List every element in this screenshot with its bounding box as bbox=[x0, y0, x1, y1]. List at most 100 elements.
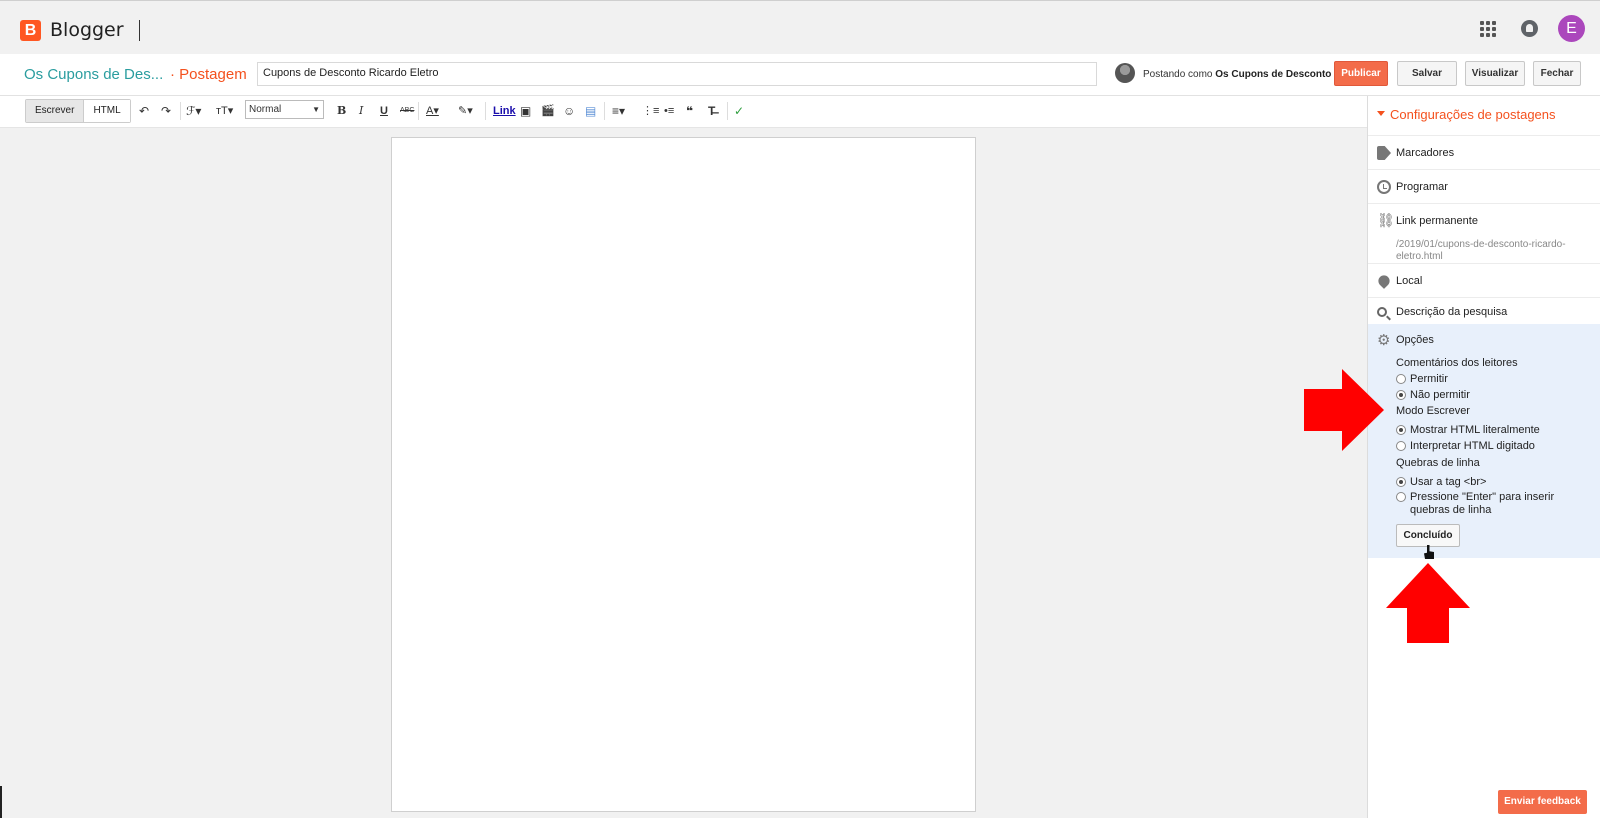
caret-down-icon bbox=[1377, 111, 1385, 116]
sidebar-item-labels[interactable]: Marcadores bbox=[1368, 136, 1600, 170]
disallow-label: Não permitir bbox=[1410, 389, 1470, 401]
options-title: Opções bbox=[1396, 334, 1434, 346]
compose-mode-heading: Modo Escrever bbox=[1396, 405, 1470, 417]
sidebar-item-location[interactable]: Local bbox=[1368, 264, 1600, 298]
posting-as-text: Postando como Os Cupons de Desconto bbox=[1143, 69, 1331, 80]
permalink-value: /2019/01/cupons-de-desconto-ricardo-elet… bbox=[1396, 239, 1566, 262]
publish-button[interactable]: Publicar bbox=[1334, 61, 1388, 86]
press-enter-label: Pressione "Enter" para inserir quebras d… bbox=[1410, 491, 1555, 516]
chevron-down-icon: ▼ bbox=[312, 105, 320, 114]
allow-label: Permitir bbox=[1410, 373, 1448, 385]
search-icon bbox=[1377, 307, 1387, 317]
radio-allow-comments[interactable]: Permitir bbox=[1396, 373, 1596, 385]
clear-formatting-icon[interactable]: T̶ bbox=[708, 103, 715, 119]
sidebar-item-permalink[interactable]: ⛓ Link permanente /2019/01/cupons-de-des… bbox=[1368, 204, 1600, 264]
toolbar-separator bbox=[727, 102, 728, 120]
sidebar-item-search-description[interactable]: Descrição da pesquisa bbox=[1368, 298, 1600, 324]
radio-use-br[interactable]: Usar a tag <br> bbox=[1396, 476, 1596, 488]
blogger-logo-icon: B bbox=[20, 19, 41, 41]
numbered-list-icon[interactable]: ⋮≡ bbox=[642, 103, 659, 119]
posting-as-label: Postando como bbox=[1143, 69, 1213, 80]
toolbar-separator bbox=[180, 102, 181, 120]
underline-icon[interactable]: U bbox=[380, 103, 388, 119]
arrow-shape bbox=[1304, 369, 1384, 451]
post-settings-sidebar: Configurações de postagens Marcadores Pr… bbox=[1367, 96, 1600, 818]
spellcheck-icon[interactable]: ✓ bbox=[734, 103, 744, 119]
format-select[interactable]: Normal ▼ bbox=[245, 100, 324, 119]
insert-link-button[interactable]: Link bbox=[493, 103, 516, 119]
bold-icon[interactable]: B bbox=[337, 103, 346, 119]
strikethrough-icon[interactable]: ABC bbox=[400, 103, 414, 119]
account-avatar[interactable]: E bbox=[1558, 15, 1585, 42]
radio-button-checked[interactable] bbox=[1396, 477, 1406, 487]
show-html-label: Mostrar HTML literalmente bbox=[1410, 424, 1540, 436]
permalink-label: Link permanente bbox=[1396, 215, 1478, 227]
undo-icon[interactable]: ↶ bbox=[139, 103, 149, 119]
align-icon[interactable]: ≡▾ bbox=[612, 103, 625, 119]
notifications-bell-icon[interactable] bbox=[1521, 20, 1538, 37]
poster-avatar bbox=[1115, 63, 1135, 83]
window-edge bbox=[0, 786, 2, 818]
insert-emoji-icon[interactable]: ☺ bbox=[563, 103, 575, 119]
divider bbox=[139, 20, 140, 41]
close-button[interactable]: Fechar bbox=[1533, 61, 1581, 86]
editor-toolbar: Escrever HTML ↶ ↷ ℱ▾ тT▾ Normal ▼ B I U … bbox=[0, 96, 1367, 128]
toolbar-separator bbox=[485, 102, 486, 120]
format-select-value: Normal bbox=[249, 104, 282, 115]
radio-press-enter[interactable]: Pressione "Enter" para inserir quebras d… bbox=[1396, 491, 1596, 517]
tag-icon bbox=[1377, 146, 1391, 160]
save-button[interactable]: Salvar bbox=[1397, 61, 1457, 86]
insert-jump-break-icon[interactable]: ▤ bbox=[585, 103, 596, 119]
breadcrumb-postagem: · Postagem bbox=[170, 66, 247, 83]
post-body-editor[interactable] bbox=[391, 137, 976, 812]
labels-label: Marcadores bbox=[1396, 147, 1455, 159]
bullet-list-icon[interactable]: •≡ bbox=[664, 103, 674, 119]
redo-icon[interactable]: ↷ bbox=[161, 103, 171, 119]
radio-disallow-comments[interactable]: Não permitir bbox=[1396, 389, 1596, 401]
location-pin-icon bbox=[1376, 273, 1392, 289]
arrow-shape bbox=[1386, 563, 1470, 643]
done-button[interactable]: Concluído bbox=[1396, 524, 1460, 547]
insert-video-icon[interactable]: 🎬 bbox=[541, 103, 555, 119]
apps-grid-icon[interactable] bbox=[1480, 21, 1496, 37]
sidebar-item-schedule[interactable]: Programar bbox=[1368, 170, 1600, 204]
clock-icon bbox=[1377, 180, 1391, 194]
top-bar: B Blogger E bbox=[0, 0, 1600, 54]
tab-compose[interactable]: Escrever bbox=[26, 100, 85, 122]
link-icon: ⛓ bbox=[1377, 212, 1395, 228]
send-feedback-button[interactable]: Enviar feedback bbox=[1498, 790, 1587, 814]
radio-show-html[interactable]: Mostrar HTML literalmente bbox=[1396, 424, 1596, 436]
app-name: Blogger bbox=[50, 19, 124, 41]
posting-as-name: Os Cupons de Desconto bbox=[1215, 69, 1332, 80]
tab-html[interactable]: HTML bbox=[84, 100, 130, 122]
reader-comments-heading: Comentários dos leitores bbox=[1396, 357, 1518, 369]
highlight-color-icon[interactable]: ✎▾ bbox=[458, 103, 473, 119]
annotation-arrow-right-icon bbox=[1304, 369, 1384, 451]
quote-icon[interactable]: ❝ bbox=[686, 103, 693, 119]
toolbar-separator bbox=[604, 102, 605, 120]
toolbar-separator bbox=[418, 102, 419, 120]
schedule-label: Programar bbox=[1396, 181, 1448, 193]
blogger-logo[interactable]: B Blogger bbox=[20, 19, 124, 41]
annotation-arrow-up-icon bbox=[1386, 563, 1470, 643]
post-header-bar: Os Cupons de Des... · Postagem Cupons de… bbox=[0, 54, 1600, 96]
line-breaks-heading: Quebras de linha bbox=[1396, 457, 1480, 469]
font-family-icon[interactable]: ℱ▾ bbox=[186, 103, 201, 119]
post-settings-header[interactable]: Configurações de postagens bbox=[1368, 96, 1600, 136]
preview-button[interactable]: Visualizar bbox=[1465, 61, 1525, 86]
font-size-icon[interactable]: тT▾ bbox=[216, 103, 233, 119]
gear-icon: ⚙ bbox=[1377, 332, 1391, 349]
editor-area bbox=[0, 128, 1367, 818]
post-settings-title: Configurações de postagens bbox=[1390, 107, 1556, 122]
use-br-label: Usar a tag <br> bbox=[1410, 476, 1487, 488]
blog-name-link[interactable]: Os Cupons de Des... bbox=[24, 66, 163, 83]
insert-image-icon[interactable]: ▣ bbox=[520, 103, 531, 119]
radio-interpret-html[interactable]: Interpretar HTML digitado bbox=[1396, 440, 1596, 452]
search-description-label: Descrição da pesquisa bbox=[1396, 306, 1508, 318]
text-color-icon[interactable]: A▾ bbox=[426, 103, 439, 119]
radio-button[interactable] bbox=[1396, 492, 1406, 502]
interpret-html-label: Interpretar HTML digitado bbox=[1410, 440, 1535, 452]
location-label: Local bbox=[1396, 275, 1423, 287]
italic-icon[interactable]: I bbox=[359, 103, 363, 119]
post-title-input[interactable]: Cupons de Desconto Ricardo Eletro bbox=[257, 62, 1097, 86]
